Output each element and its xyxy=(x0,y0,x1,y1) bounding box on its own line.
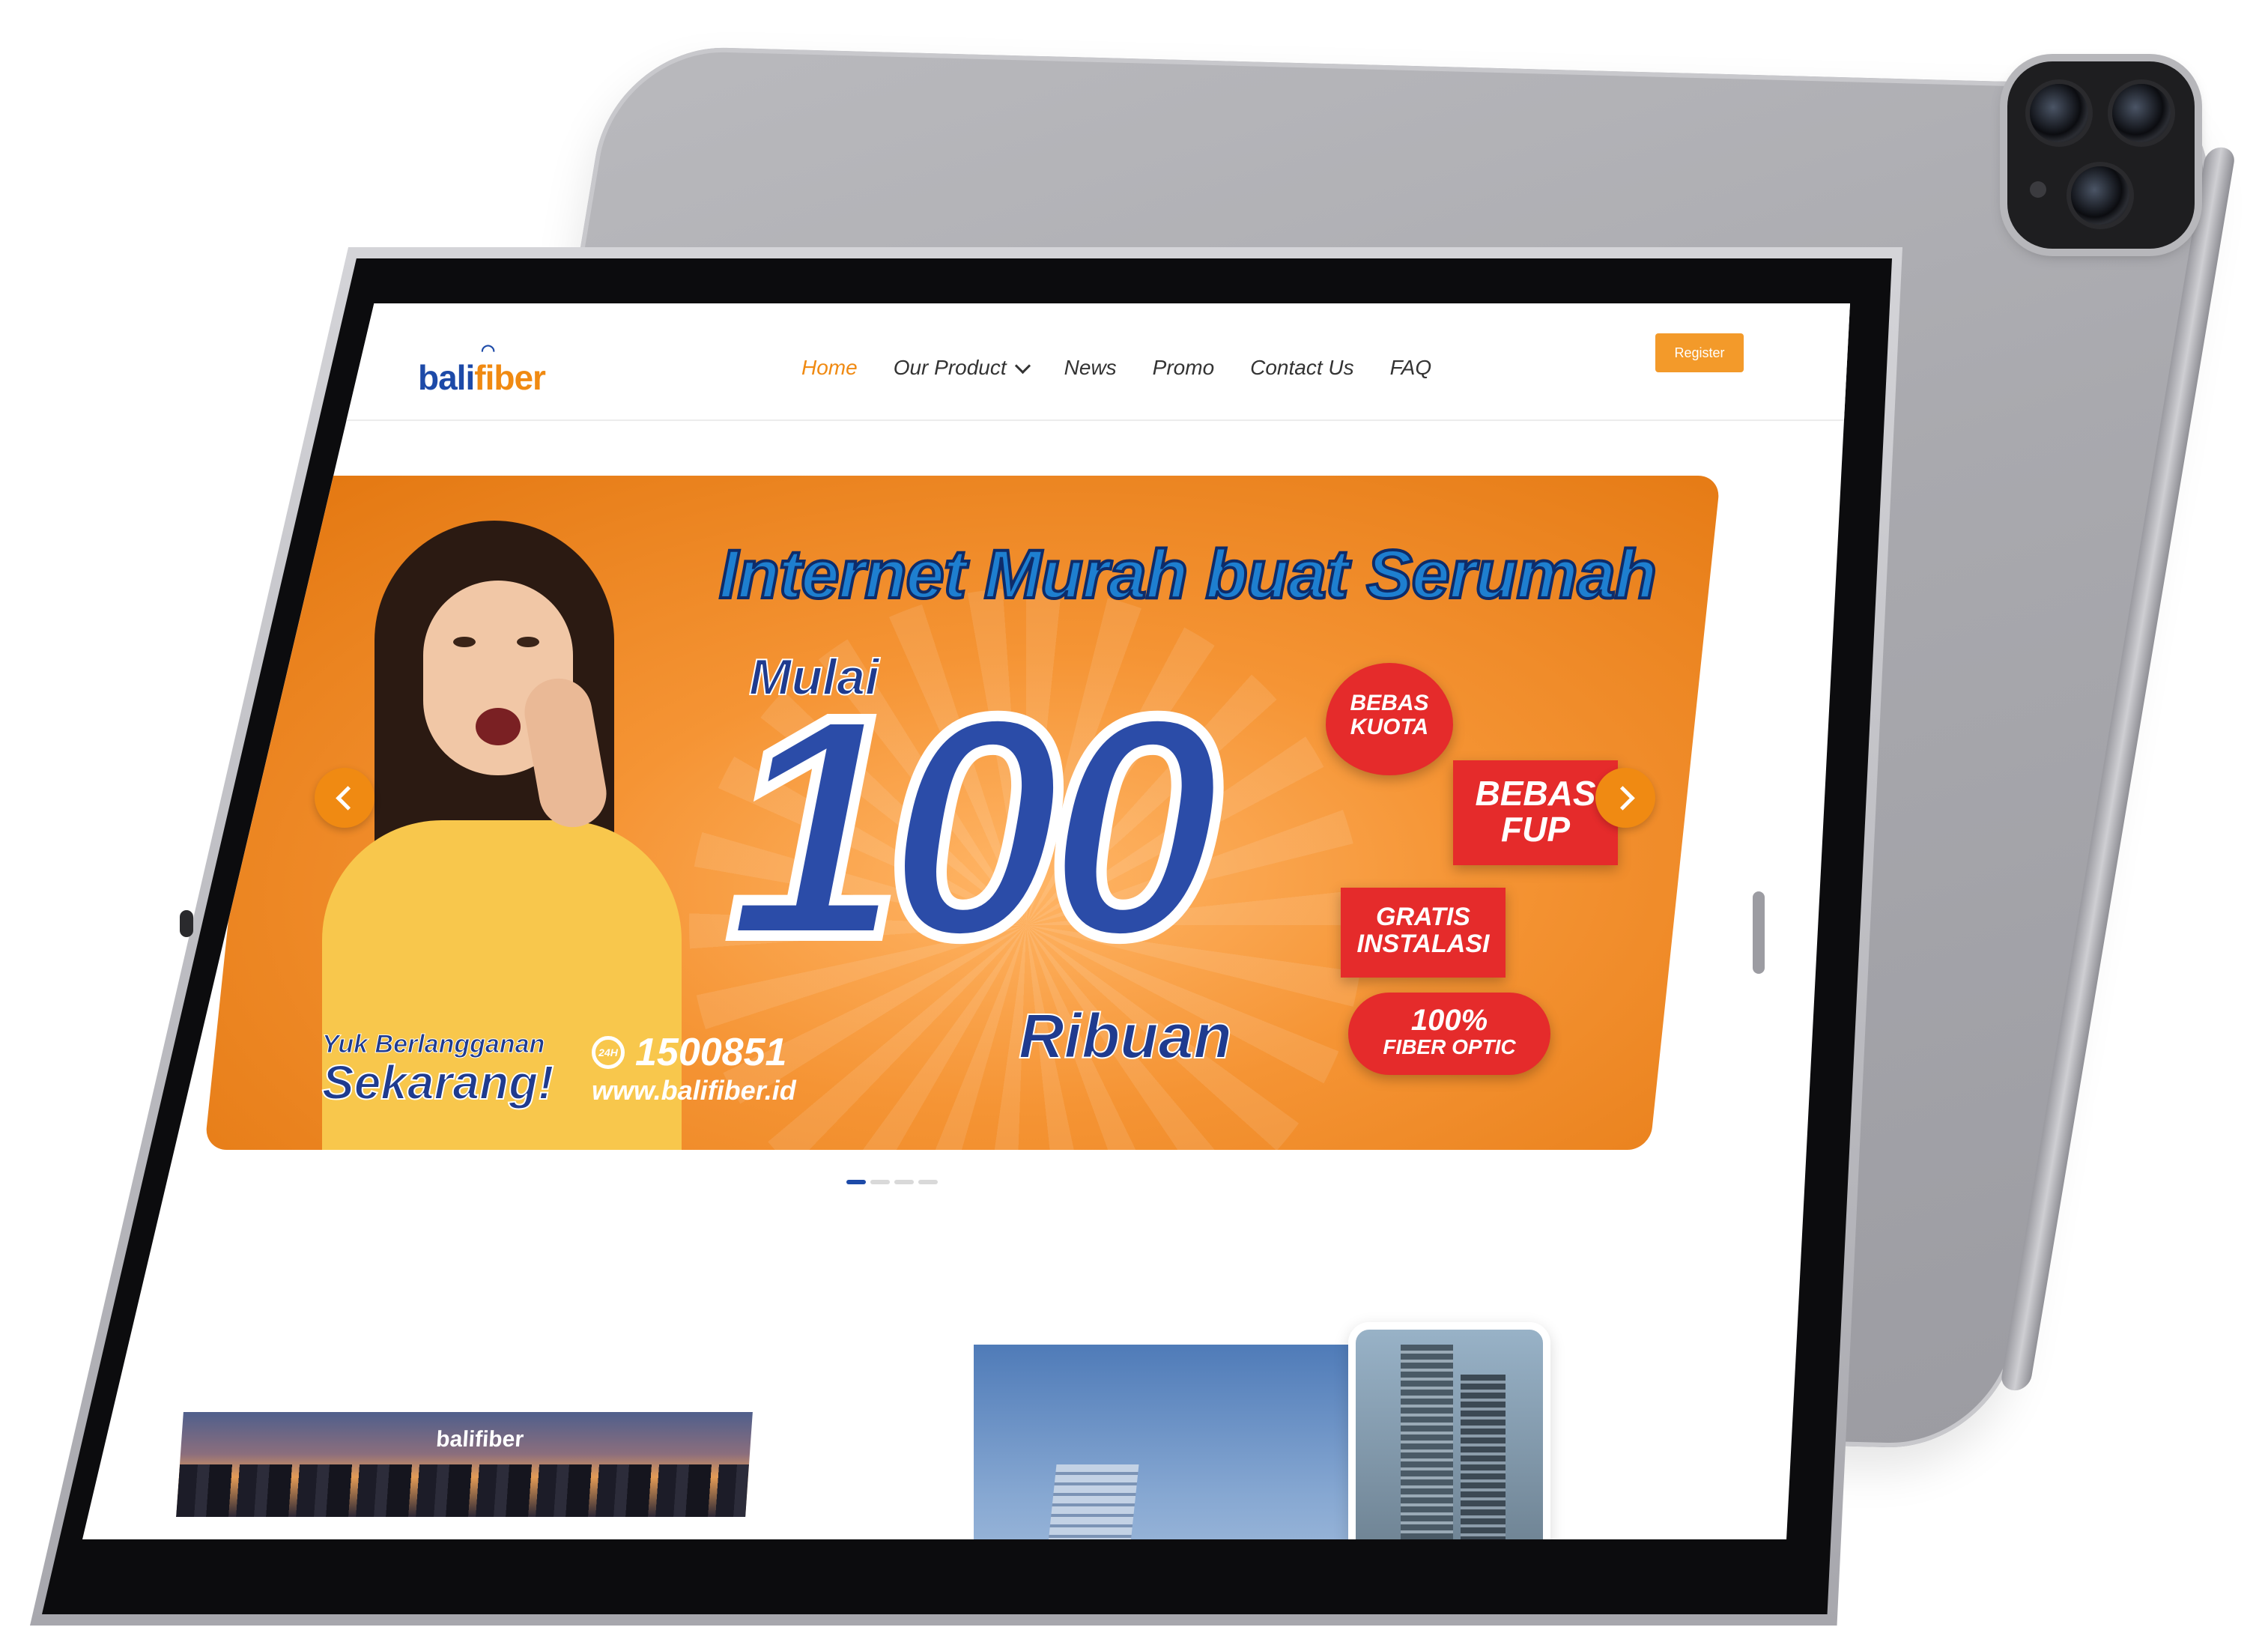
banner-headline: Internet Murah buat Serumah xyxy=(718,535,1658,614)
main-nav: Home Our Product News Promo Contact Us F… xyxy=(801,356,1431,380)
tower-image xyxy=(1461,1375,1506,1539)
building-card-image xyxy=(1348,1322,1550,1539)
model-eye xyxy=(453,637,476,647)
sticker-bebas-kuota: BEBAS KUOTA xyxy=(1326,663,1453,775)
front-tablet: balifiber ◠ Home Our Product News Promo … xyxy=(0,0,2268,1642)
banner-url: www.balifiber.id xyxy=(592,1075,796,1106)
carousel-prev-button[interactable] xyxy=(315,768,375,828)
sticker-gratis-instalasi: GRATIS INSTALASI xyxy=(1341,888,1506,978)
wifi-icon: ◠ xyxy=(481,341,495,360)
carousel-indicators xyxy=(846,1180,938,1184)
headset-icon: 24H xyxy=(592,1036,625,1069)
banner-suffix: Ribuan xyxy=(1018,1000,1233,1072)
carousel-dot[interactable] xyxy=(918,1180,938,1184)
nav-item-contact-us[interactable]: Contact Us xyxy=(1250,356,1354,380)
logo-part-bali: bali xyxy=(418,358,475,397)
banner-cta: Yuk Berlangganan Sekarang! xyxy=(321,1030,554,1111)
sticker-fiber-optic: 100% FIBER OPTIC xyxy=(1348,993,1550,1075)
tablet-screen: balifiber ◠ Home Our Product News Promo … xyxy=(82,303,1850,1539)
carousel-dot[interactable] xyxy=(894,1180,914,1184)
model-mouth xyxy=(476,708,521,745)
model-eye xyxy=(517,637,539,647)
hero-banner-content: Internet Murah buat Serumah Mulai 100 Ri… xyxy=(240,476,1685,1150)
banner-phone: 24H 1500851 xyxy=(592,1030,796,1075)
sticker-line: BEBAS xyxy=(1475,774,1596,813)
volume-button xyxy=(1753,891,1765,974)
sticker-line: INSTALASI xyxy=(1356,929,1490,958)
banner-price-number: 100 xyxy=(721,646,1212,1008)
sticker-line: 100% xyxy=(1410,1004,1488,1037)
nav-item-news[interactable]: News xyxy=(1064,356,1117,380)
chevron-down-icon xyxy=(1014,357,1031,374)
hero-banner[interactable]: Internet Murah buat Serumah Mulai 100 Ri… xyxy=(204,476,1721,1150)
sticker-line: FIBER OPTIC xyxy=(1383,1035,1516,1058)
carousel-next-button[interactable] xyxy=(1595,768,1655,828)
nav-item-home[interactable]: Home xyxy=(801,356,858,380)
city-skyline-image: balifiber xyxy=(176,1412,753,1517)
sticker-line: KUOTA xyxy=(1350,714,1429,739)
tower-image xyxy=(1040,1464,1139,1539)
skyline-silhouette xyxy=(176,1464,750,1517)
sticker-line: GRATIS xyxy=(1376,903,1470,931)
banner-contact: 24H 1500851 www.balifiber.id xyxy=(592,1030,796,1106)
sticker-line: BEBAS xyxy=(1350,691,1429,715)
phone-number: 1500851 xyxy=(635,1031,787,1074)
carousel-dot[interactable] xyxy=(870,1180,890,1184)
carousel-dot[interactable] xyxy=(846,1180,866,1184)
nav-item-our-product[interactable]: Our Product xyxy=(893,356,1031,380)
cta-large-text: Sekarang! xyxy=(321,1055,554,1110)
city-strip-brand: balifiber xyxy=(435,1427,525,1452)
front-camera-icon xyxy=(180,910,193,937)
nav-item-promo[interactable]: Promo xyxy=(1153,356,1214,380)
sticker-line: FUP xyxy=(1501,810,1570,849)
tower-image xyxy=(1401,1345,1453,1539)
site-logo[interactable]: balifiber ◠ xyxy=(418,341,546,398)
chevron-right-icon xyxy=(1610,785,1635,811)
chevron-left-icon xyxy=(335,785,360,811)
register-button[interactable]: Register xyxy=(1655,333,1744,372)
nav-item-faq[interactable]: FAQ xyxy=(1390,356,1431,380)
logo-part-fiber: fiber xyxy=(474,358,546,397)
sticker-bebas-fup: BEBAS FUP xyxy=(1453,760,1618,865)
nav-item-label: Our Product xyxy=(893,356,1007,379)
